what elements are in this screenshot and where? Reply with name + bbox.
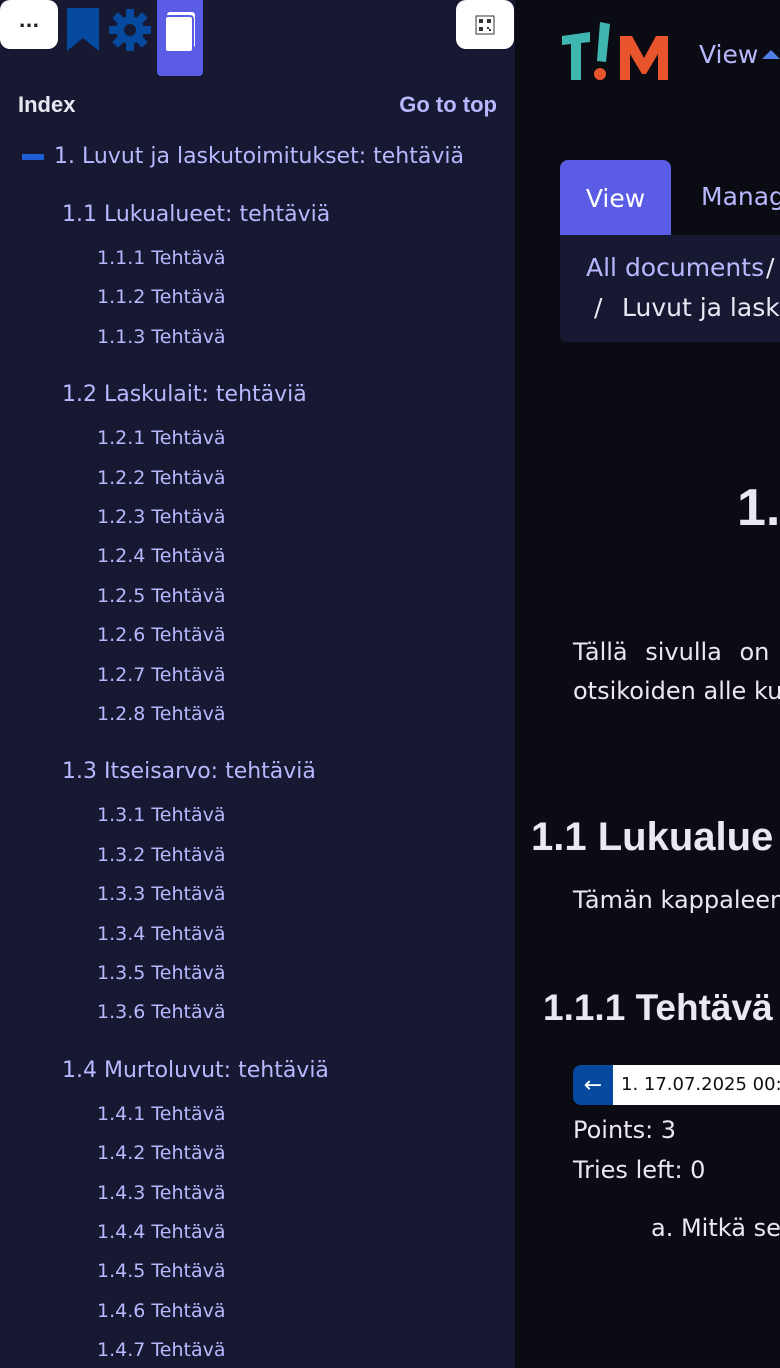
toc-item[interactable]: 1.4.2 Tehtävä bbox=[97, 1142, 225, 1164]
toc-item[interactable]: 1.3.4 Tehtävä bbox=[97, 923, 225, 945]
view-menu[interactable]: View bbox=[699, 40, 780, 69]
toc-item[interactable]: 1.2.4 Tehtävä bbox=[97, 545, 225, 567]
main-content: View View Manag All documents / / Luvut … bbox=[515, 0, 780, 1368]
toc-item[interactable]: 1.3.3 Tehtävä bbox=[97, 883, 225, 905]
intro-text: otsikoiden alle ku bbox=[573, 677, 780, 705]
tries-left-text: Tries left: 0 bbox=[573, 1156, 706, 1184]
toc-item[interactable]: 1.2.6 Tehtävä bbox=[97, 624, 225, 646]
breadcrumb-separator: / bbox=[594, 293, 603, 322]
toc-item[interactable]: 1.2.5 Tehtävä bbox=[97, 585, 225, 607]
toc-item[interactable]: 1.2.3 Tehtävä bbox=[97, 506, 225, 528]
qr-code-icon bbox=[475, 15, 495, 34]
tim-logo[interactable] bbox=[560, 22, 676, 84]
toc-item[interactable]: 1.2.2 Tehtävä bbox=[97, 467, 225, 489]
ellipsis-icon: ... bbox=[18, 10, 40, 32]
toc-item[interactable]: 1.3.2 Tehtävä bbox=[97, 844, 225, 866]
go-to-top-link[interactable]: Go to top bbox=[399, 92, 497, 118]
section-paragraph: Tämän kappaleen bbox=[573, 886, 780, 914]
collapse-icon[interactable] bbox=[22, 153, 44, 160]
bookmark-icon[interactable] bbox=[66, 8, 100, 52]
document-title: 1. bbox=[737, 479, 780, 537]
qr-code-button[interactable] bbox=[456, 0, 514, 49]
toc-item[interactable]: 1.2.7 Tehtävä bbox=[97, 664, 225, 686]
toc-item[interactable]: 1.1.1 Tehtävä bbox=[97, 247, 225, 269]
toc-item[interactable]: 1.4.5 Tehtävä bbox=[97, 1260, 225, 1282]
toc-item[interactable]: 1.1.2 Tehtävä bbox=[97, 286, 225, 308]
breadcrumb-all-documents[interactable]: All documents bbox=[586, 253, 764, 282]
question-text: a. Mitkä se bbox=[651, 1214, 780, 1242]
toc-item[interactable]: 1.3.6 Tehtävä bbox=[97, 1001, 225, 1023]
toc-item[interactable]: 1.2.8 Tehtävä bbox=[97, 703, 225, 725]
breadcrumb-current-document: Luvut ja lasku bbox=[622, 293, 780, 322]
task-heading: 1.1.1 Tehtävä bbox=[543, 987, 773, 1028]
answer-browser: ← 1. 17.07.2025 00:4 bbox=[573, 1065, 780, 1105]
breadcrumb-separator: / bbox=[766, 253, 775, 282]
section-heading: 1.1 Lukualue bbox=[531, 815, 774, 859]
toc-item[interactable]: 1.3.5 Tehtävä bbox=[97, 962, 225, 984]
toc-item[interactable]: 1.1.3 Tehtävä bbox=[97, 326, 225, 348]
toc-item[interactable]: 1.4.4 Tehtävä bbox=[97, 1221, 225, 1243]
toc-section[interactable]: 1.2 Laskulait: tehtäviä bbox=[62, 382, 307, 407]
sidebar: ... Index Go to top 1. Luvut ja laskutoi… bbox=[0, 0, 515, 1368]
points-text: Points: 3 bbox=[573, 1116, 677, 1144]
index-title: Index bbox=[18, 92, 76, 117]
toc-item[interactable]: 1.4.7 Tehtävä bbox=[97, 1339, 225, 1361]
toc-item[interactable]: 1.4.3 Tehtävä bbox=[97, 1182, 225, 1204]
toc-section[interactable]: 1.1 Lukualueet: tehtäviä bbox=[62, 202, 330, 227]
gear-icon[interactable] bbox=[108, 8, 152, 52]
toc-chapter-label: 1. Luvut ja laskutoimitukset: tehtäviä bbox=[54, 144, 464, 169]
toc-item[interactable]: 1.4.1 Tehtävä bbox=[97, 1103, 225, 1125]
previous-answer-button[interactable]: ← bbox=[573, 1065, 613, 1105]
toc-section[interactable]: 1.4 Murtoluvut: tehtäviä bbox=[62, 1058, 329, 1083]
tab-manage[interactable]: Manag bbox=[701, 182, 780, 211]
answer-select[interactable]: 1. 17.07.2025 00:4 bbox=[613, 1065, 780, 1105]
view-menu-label: View bbox=[699, 40, 759, 69]
more-menu-button[interactable]: ... bbox=[0, 0, 58, 49]
intro-text: Tällä sivulla on bbox=[573, 638, 770, 666]
toc-section[interactable]: 1.3 Itseisarvo: tehtäviä bbox=[62, 759, 316, 784]
caret-up-icon bbox=[762, 50, 780, 59]
toc-item[interactable]: 1.4.6 Tehtävä bbox=[97, 1300, 225, 1322]
tab-view[interactable]: View bbox=[560, 160, 671, 236]
breadcrumb: All documents / / Luvut ja lasku bbox=[560, 235, 780, 342]
book-icon bbox=[164, 12, 195, 53]
toc-chapter[interactable]: 1. Luvut ja laskutoimitukset: tehtäviä bbox=[22, 144, 464, 169]
toc-item[interactable]: 1.2.1 Tehtävä bbox=[97, 427, 225, 449]
index-toggle-button[interactable] bbox=[157, 0, 203, 76]
toc-item[interactable]: 1.3.1 Tehtävä bbox=[97, 804, 225, 826]
